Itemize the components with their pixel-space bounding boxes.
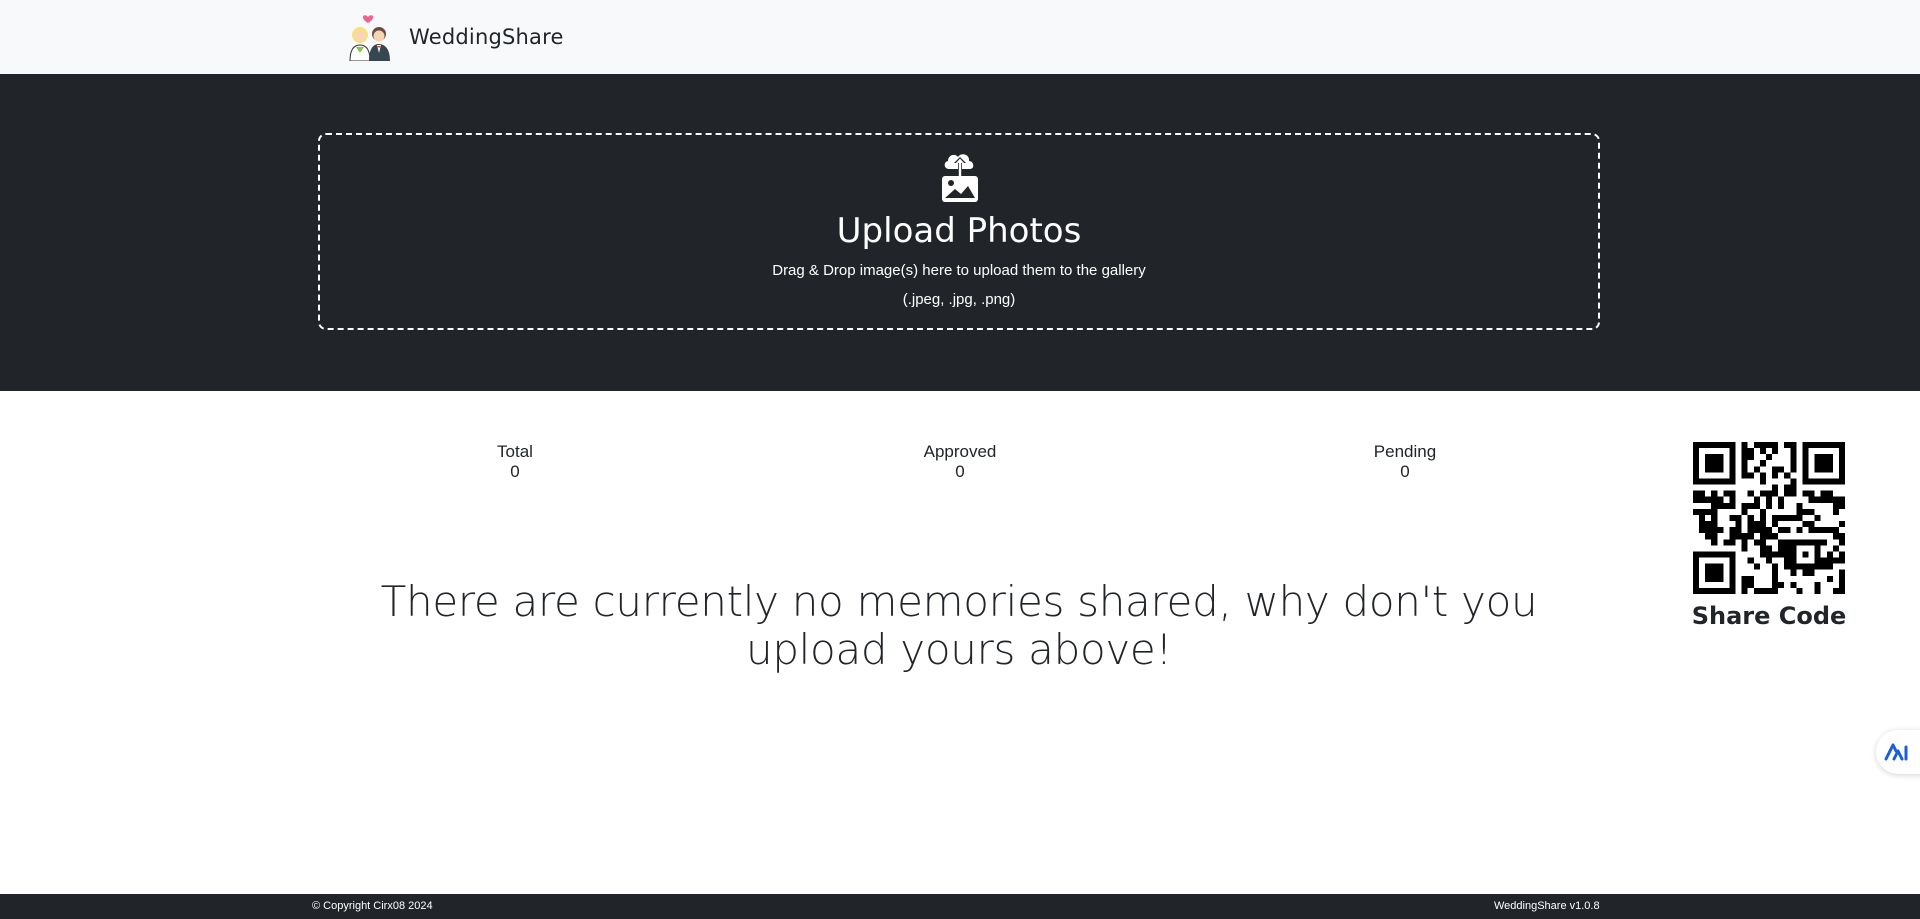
stat-pending: Pending 0 [1305,442,1505,482]
stat-label: Pending [1373,442,1437,461]
empty-gallery-message: There are currently no memories shared, … [380,577,1538,674]
stat-label: Total [497,442,533,461]
stat-total: Total 0 [415,442,615,482]
upload-title: Upload Photos [836,211,1082,251]
stat-value: 0 [955,462,965,481]
assistant-icon [1884,743,1908,761]
brand-link[interactable]: WeddingShare [346,12,564,62]
stat-value: 0 [510,462,520,481]
stat-label: Approved [923,442,997,461]
upload-file-types: (.jpeg, .jpg, .png) [902,291,1016,308]
navbar: WeddingShare [0,0,1920,74]
footer: © Copyright Cirx08 2024 WeddingShare v1.… [0,894,1920,919]
upload-section: Upload Photos Drag & Drop image(s) here … [0,74,1920,391]
page: WeddingShare Upload Photos Drag & Drop i… [0,0,1920,919]
couple-logo-icon [349,15,390,61]
brand-name: WeddingShare [409,25,564,49]
version-text: WeddingShare v1.0.8 [1494,900,1600,912]
upload-instructions: Drag & Drop image(s) here to upload them… [772,262,1146,279]
cloud-upload-image-icon [942,154,978,202]
floating-assistant-button[interactable] [1876,730,1920,774]
stat-value: 0 [1400,462,1410,481]
qr-code-icon[interactable] [1693,442,1845,594]
copyright-text: © Copyright Cirx08 2024 [312,900,433,912]
upload-dropzone[interactable]: Upload Photos Drag & Drop image(s) here … [318,133,1600,330]
share-code-label: Share Code [1691,602,1847,630]
stat-approved: Approved 0 [860,442,1060,482]
